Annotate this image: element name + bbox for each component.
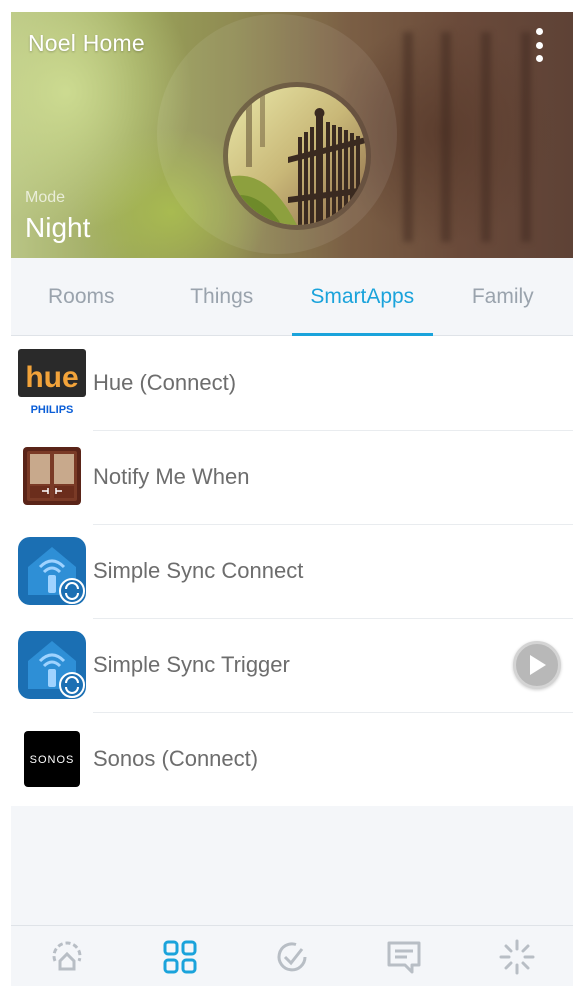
svg-text:PHILIPS: PHILIPS [31,404,74,416]
simple-sync-icon [18,631,86,699]
smartapp-name: Notify Me When [93,464,250,489]
smartapp-name: Simple Sync Connect [93,558,304,583]
list-item[interactable]: Simple Sync Connect [11,524,573,618]
background-fence-blur [481,32,491,242]
tab-things[interactable]: Things [152,258,293,335]
list-item[interactable]: Notify Me When [11,430,573,524]
tab-rooms[interactable]: Rooms [11,258,152,335]
nav-marketplace[interactable] [487,932,547,982]
tab-bar: Rooms Things SmartApps Family [11,258,573,336]
play-icon[interactable] [513,641,561,689]
svg-text:SONOS: SONOS [30,754,75,766]
bottom-navigation [11,925,573,986]
svg-text:hue: hue [25,361,78,394]
location-header: Noel Home Mode Night [11,12,573,258]
smartapps-list: hue PHILIPS Hue (Connect) Notify Me When [11,336,573,806]
nav-notifications[interactable] [374,932,434,982]
smartapp-name: Hue (Connect) [93,370,237,395]
background-fence-blur [403,32,413,242]
dashboard-icon [52,941,82,970]
location-title[interactable]: Noel Home [28,30,145,57]
background-fence-blur [441,32,451,242]
simple-sync-icon [18,537,86,605]
list-item[interactable]: Simple Sync Trigger [11,618,573,712]
mode-label: Mode [25,189,66,206]
nav-dashboard[interactable] [37,932,97,982]
location-photo[interactable] [223,82,371,230]
tab-smartapps[interactable]: SmartApps [292,258,433,336]
notifications-icon [387,941,421,973]
smartapp-name: Simple Sync Trigger [93,652,290,677]
tab-family[interactable]: Family [433,258,573,335]
more-options-icon[interactable] [529,28,549,62]
mode-value[interactable]: Night [25,212,90,244]
fence-photo-image [228,87,366,225]
smartapp-name: Sonos (Connect) [93,746,259,771]
grid-icon [163,940,197,973]
list-item[interactable]: hue PHILIPS Hue (Connect) [11,336,573,430]
smartthings-app: Noel Home Mode Night Rooms Things SmartA… [11,12,573,986]
background-fence-blur [521,32,531,242]
nav-grid[interactable] [150,932,210,982]
marketplace-sparkle-icon [499,939,535,974]
sonos-icon: SONOS [24,731,80,787]
nav-routines[interactable] [262,932,322,982]
door-icon [23,447,81,505]
routines-check-icon [277,941,307,971]
hue-philips-icon: hue PHILIPS [18,349,86,417]
list-item[interactable]: SONOS Sonos (Connect) [11,712,573,806]
